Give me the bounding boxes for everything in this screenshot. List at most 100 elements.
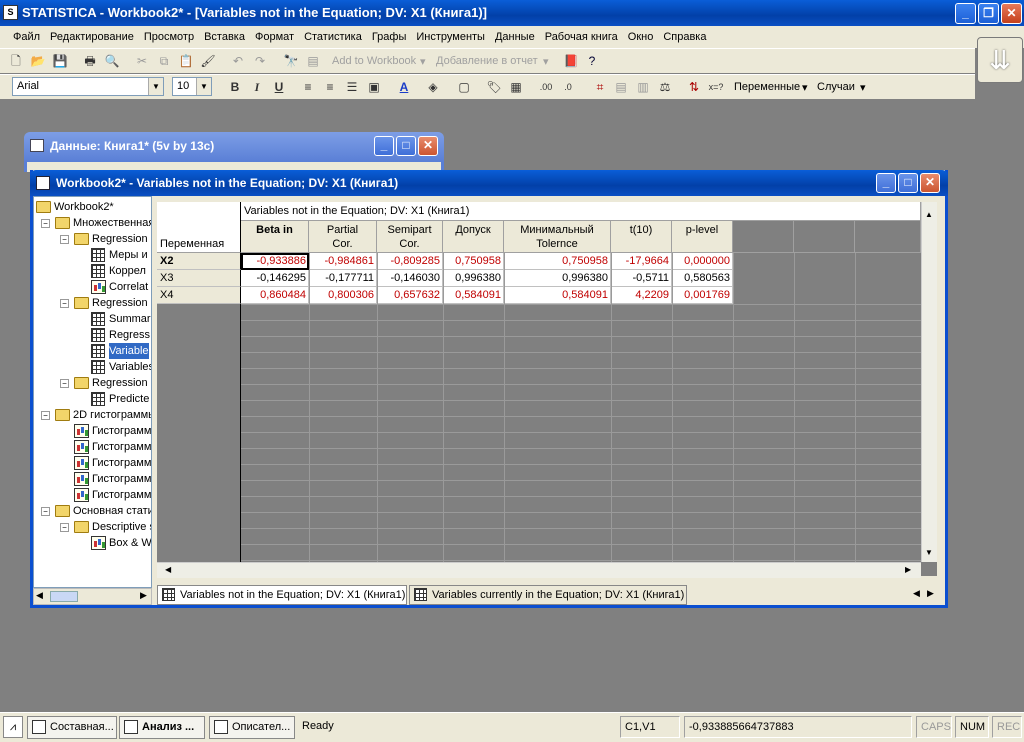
find-icon[interactable]: 🔭 xyxy=(283,53,299,69)
tree-node[interactable]: Гистограмм xyxy=(34,423,151,439)
tree-node[interactable]: Гистограмм xyxy=(34,455,151,471)
menu-item[interactable]: Просмотр xyxy=(139,26,199,48)
column-header[interactable]: p-level xyxy=(672,221,733,253)
menu-item[interactable]: Справка xyxy=(658,26,711,48)
minimize-icon[interactable]: _ xyxy=(374,136,394,156)
tree-horizontal-scrollbar[interactable]: ◀ ▶ xyxy=(33,588,152,605)
copy-icon[interactable]: ⧉ xyxy=(156,53,172,69)
tree-node[interactable]: Коррел xyxy=(34,263,151,279)
vertical-scrollbar[interactable]: ▲ ▼ xyxy=(921,202,937,562)
horizontal-scrollbar[interactable]: ◀ ▶ xyxy=(157,562,921,578)
fill-color-icon[interactable]: ◈ xyxy=(425,79,441,95)
collapse-toggle-icon[interactable]: − xyxy=(60,235,69,244)
close-icon[interactable]: ✕ xyxy=(1001,3,1022,24)
close-icon[interactable]: ✕ xyxy=(920,173,940,193)
chevron-down-icon[interactable]: ▼ xyxy=(196,78,211,95)
taskbar-button[interactable]: Описател... xyxy=(209,716,295,739)
table-cell[interactable]: -0,5711 xyxy=(611,270,672,287)
collapse-toggle-icon[interactable]: − xyxy=(60,299,69,308)
cases-button[interactable]: Случаи xyxy=(817,81,855,93)
table-cell[interactable]: -0,146295 xyxy=(241,270,309,287)
sheet-tab[interactable]: Variables not in the Equation; DV: X1 (К… xyxy=(157,585,407,605)
table-cell[interactable]: -17,9664 xyxy=(611,253,672,270)
add-to-workbook-button[interactable]: Add to Workbook xyxy=(332,55,416,67)
row-header[interactable]: X2 xyxy=(157,253,241,270)
font-color-icon[interactable]: A xyxy=(396,79,412,95)
menu-item[interactable]: Инструменты xyxy=(411,26,490,48)
print-preview-icon[interactable]: 🔍 xyxy=(104,53,120,69)
table-cell[interactable]: 0,001769 xyxy=(672,287,733,304)
table-cell[interactable]: -0,984861 xyxy=(309,253,377,270)
table-cell[interactable]: 0,657632 xyxy=(377,287,443,304)
column-header[interactable]: Минимальный Tolernce xyxy=(504,221,611,253)
table-cell[interactable]: -0,146030 xyxy=(377,270,443,287)
cut-icon[interactable]: ✂ xyxy=(134,53,150,69)
new-file-icon[interactable]: 🗋 xyxy=(8,53,24,69)
cell-format-icon[interactable]: ▣ xyxy=(366,79,382,95)
data-window-title-bar[interactable]: Данные: Книга1* (5v by 13c) _ □ ✕ xyxy=(24,132,444,162)
help-icon[interactable]: ? xyxy=(584,53,600,69)
underline-icon[interactable]: U xyxy=(271,79,287,95)
scroll-left-icon[interactable]: ◀ xyxy=(165,565,171,574)
grid-icon[interactable]: ▦ xyxy=(508,79,524,95)
save-icon[interactable]: 💾 xyxy=(52,53,68,69)
paste-icon[interactable]: 📋 xyxy=(178,53,194,69)
tree-node[interactable]: − Множественная xyxy=(34,215,151,231)
row-header[interactable]: X4 xyxy=(157,287,241,304)
menu-item[interactable]: Окно xyxy=(623,26,659,48)
tab-scroll-right-icon[interactable]: ▶ xyxy=(927,588,934,599)
tree-node[interactable]: Гистограмм xyxy=(34,439,151,455)
table-cell[interactable]: 0,000000 xyxy=(672,253,733,270)
table-cell[interactable]: 0,860484 xyxy=(241,287,309,304)
tree-node[interactable]: Variables xyxy=(34,359,151,375)
table-cell[interactable]: -0,177711 xyxy=(309,270,377,287)
sort-icon[interactable]: ⇅ xyxy=(686,79,702,95)
font-combo[interactable]: Arial ▼ xyxy=(12,77,164,96)
tree-node[interactable]: Гистограмм xyxy=(34,471,151,487)
tree-node[interactable]: − Regression r xyxy=(34,375,151,391)
workbook-title-bar[interactable]: Workbook2* - Variables not in the Equati… xyxy=(30,170,948,196)
table-cell[interactable]: 0,800306 xyxy=(309,287,377,304)
tree-node[interactable]: Summar xyxy=(34,311,151,327)
maximize-icon[interactable]: □ xyxy=(396,136,416,156)
add-workbook-icon[interactable]: ▤ xyxy=(305,53,321,69)
row-icon[interactable]: ▥ xyxy=(635,79,651,95)
decrease-decimal-icon[interactable]: .0 xyxy=(560,79,576,95)
minimize-icon[interactable]: _ xyxy=(876,173,896,193)
table-cell[interactable]: -0,933886 xyxy=(241,253,309,270)
menu-item[interactable]: Графы xyxy=(367,26,412,48)
increase-decimal-icon[interactable]: .00 xyxy=(538,79,554,95)
table-cell[interactable]: 0,580563 xyxy=(672,270,733,287)
scroll-up-icon[interactable]: ▲ xyxy=(925,210,933,219)
cases-dropdown-icon[interactable]: ▾ xyxy=(860,81,866,94)
column-header[interactable]: t(10) xyxy=(611,221,672,253)
tree-node[interactable]: − 2D гистограммы xyxy=(34,407,151,423)
add-to-report-button[interactable]: Добавление в отчет xyxy=(436,55,538,67)
column-header[interactable]: Semipart Cor. xyxy=(377,221,443,253)
tree-node[interactable]: Predicte xyxy=(34,391,151,407)
tree-node[interactable]: − Основная стати xyxy=(34,503,151,519)
collapse-toggle-icon[interactable]: − xyxy=(41,219,50,228)
font-size-combo[interactable]: 10 ▼ xyxy=(172,77,212,96)
redo-icon[interactable]: ↷ xyxy=(252,53,268,69)
menu-item[interactable]: Рабочая книга xyxy=(540,26,623,48)
undo-icon[interactable]: ↶ xyxy=(230,53,246,69)
menu-item[interactable]: Файл xyxy=(8,26,45,48)
variables-button[interactable]: Переменные xyxy=(734,81,800,93)
book-icon[interactable]: 📕 xyxy=(563,53,579,69)
chevron-down-icon[interactable]: ▼ xyxy=(148,78,163,95)
tree-node[interactable]: Меры и xyxy=(34,247,151,263)
bold-icon[interactable]: B xyxy=(227,79,243,95)
add-to-report-dropdown-icon[interactable]: ▾ xyxy=(543,55,549,68)
tree-node[interactable]: Correlat xyxy=(34,279,151,295)
open-folder-icon[interactable]: 📂 xyxy=(30,53,46,69)
tree-node[interactable]: − Regression r xyxy=(34,295,151,311)
table-cell[interactable]: 4,2209 xyxy=(611,287,672,304)
column-header[interactable]: Partial Cor. xyxy=(309,221,377,253)
chart-icon[interactable]: ⩘ xyxy=(3,716,23,738)
scroll-left-icon[interactable]: ◀ xyxy=(36,590,43,601)
tree-node[interactable]: − Descriptive s xyxy=(34,519,151,535)
close-icon[interactable]: ✕ xyxy=(418,136,438,156)
format-painter-icon[interactable]: 🖌 xyxy=(200,53,216,69)
tree-node[interactable]: Variable xyxy=(34,343,151,359)
